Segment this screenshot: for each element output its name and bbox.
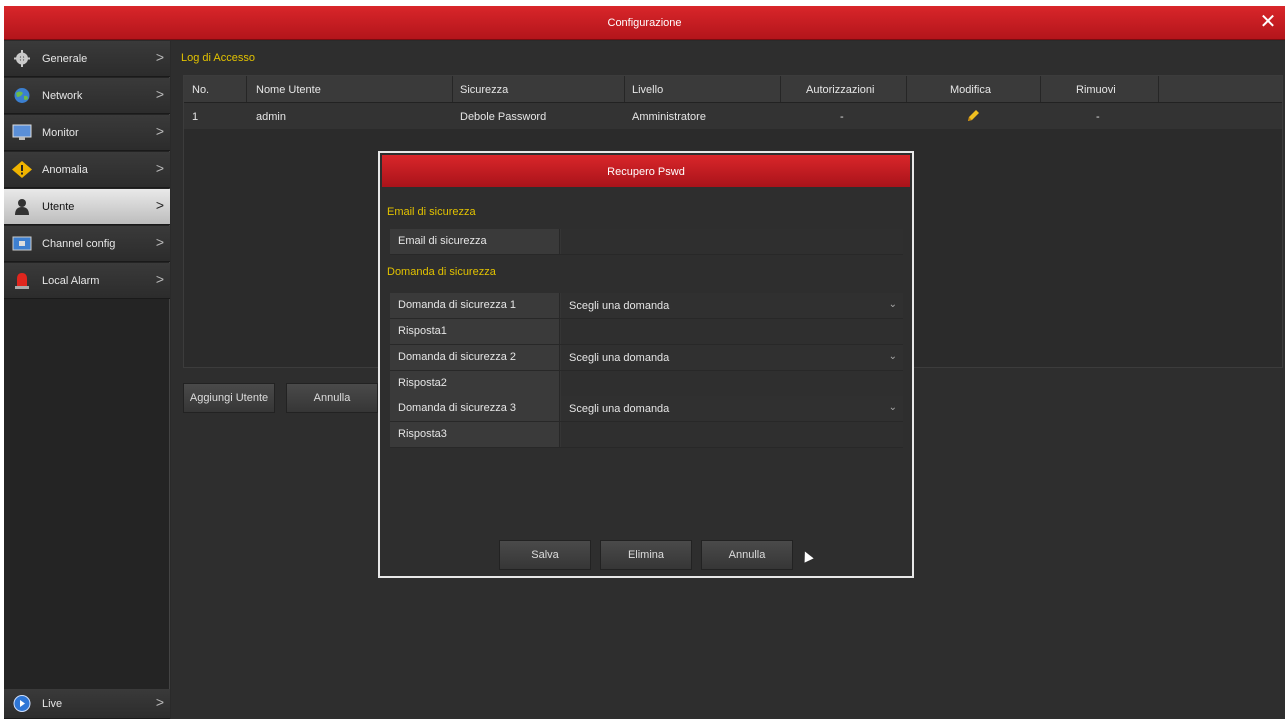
answer-row-2: Risposta2 [390, 371, 903, 397]
sidebar-item-network[interactable]: Network > [4, 78, 170, 114]
sidebar-item-utente[interactable]: Utente > [4, 189, 170, 225]
column-header: Sicurezza [460, 84, 509, 96]
column-header: Livello [632, 84, 664, 96]
pencil-icon[interactable] [966, 109, 980, 123]
window-title: Configurazione [607, 17, 682, 29]
column-header: Nome Utente [256, 84, 321, 96]
answer-label: Risposta2 [390, 371, 560, 396]
question-row-3: Domanda di sicurezza 3 Scegli una domand… [390, 396, 903, 422]
email-section-title: Email di sicurezza [387, 206, 476, 218]
question-label: Domanda di sicurezza 1 [390, 293, 560, 318]
sidebar-item-anomalia[interactable]: Anomalia > [4, 152, 170, 188]
question-row-2: Domanda di sicurezza 2 Scegli una domand… [390, 345, 903, 371]
live-icon [13, 695, 31, 712]
column-header: Rimuovi [1076, 84, 1116, 96]
cancel-button[interactable]: Annulla [286, 383, 378, 413]
email-label: Email di sicurezza [390, 229, 560, 254]
column-header: Modifica [950, 84, 991, 96]
add-user-button[interactable]: Aggiungi Utente [183, 383, 275, 413]
chevron-right-icon: > [155, 197, 164, 213]
user-icon [15, 199, 29, 215]
row-remove[interactable]: - [1096, 111, 1100, 123]
sidebar-item-live[interactable]: Live > [4, 689, 170, 719]
sidebar-item-label: Live [42, 698, 63, 710]
sidebar-item-local-alarm[interactable]: Local Alarm > [4, 263, 170, 299]
answer-row-3: Risposta3 [390, 422, 903, 448]
row-authorizations: - [840, 111, 844, 123]
row-number: 1 [192, 111, 199, 123]
answer-field-1[interactable] [561, 319, 903, 344]
sidebar-item-label: Utente [42, 201, 75, 213]
question-select-1[interactable]: Scegli una domanda ⌄ [561, 293, 903, 318]
chevron-right-icon: > [155, 234, 164, 250]
select-value: Scegli una domanda [569, 403, 670, 415]
delete-button[interactable]: Elimina [600, 540, 692, 570]
dialog-cancel-button[interactable]: Annulla [701, 540, 793, 570]
answer-field-2[interactable] [561, 371, 903, 396]
sidebar-item-label: Generale [42, 53, 88, 65]
select-value: Scegli una domanda [569, 300, 670, 312]
email-field[interactable] [561, 229, 903, 254]
chevron-right-icon: > [155, 86, 164, 102]
answer-row-1: Risposta1 [390, 319, 903, 345]
question-select-3[interactable]: Scegli una domanda ⌄ [561, 396, 903, 421]
password-recovery-dialog: Recupero Pswd Email di sicurezza Email d… [378, 151, 914, 578]
column-header: Autorizzazioni [806, 84, 875, 96]
select-value: Scegli una domanda [569, 352, 670, 364]
row-security: Debole Password [460, 111, 547, 123]
chevron-down-icon: ⌄ [888, 351, 897, 362]
row-level: Amministratore [632, 111, 706, 123]
question-label: Domanda di sicurezza 2 [390, 345, 560, 370]
question-section-title: Domanda di sicurezza [387, 266, 496, 278]
warning-icon [12, 161, 32, 178]
chevron-down-icon: ⌄ [888, 299, 897, 310]
sidebar-item-label: Channel config [42, 238, 116, 250]
section-title: Log di Accesso [181, 52, 255, 64]
chevron-down-icon: ⌄ [888, 402, 897, 413]
chevron-right-icon: > [155, 694, 164, 710]
sidebar: Generale > Network > Monitor > Anomalia … [4, 41, 170, 719]
close-icon[interactable]: ✕ [1257, 11, 1279, 33]
email-row: Email di sicurezza [390, 229, 903, 255]
dialog-header: Recupero Pswd [382, 155, 910, 187]
question-row-1: Domanda di sicurezza 1 Scegli una domand… [390, 293, 903, 319]
dialog-title: Recupero Pswd [607, 166, 685, 178]
answer-field-3[interactable] [561, 422, 903, 447]
chevron-right-icon: > [155, 271, 164, 287]
monitor-icon [12, 124, 32, 140]
alarm-icon [15, 273, 29, 289]
chevron-right-icon: > [155, 160, 164, 176]
globe-icon [14, 88, 30, 103]
sidebar-item-label: Local Alarm [42, 275, 100, 287]
gear-icon [14, 50, 30, 67]
sidebar-item-label: Monitor [42, 127, 79, 139]
sidebar-item-label: Network [42, 90, 83, 102]
camera-icon [12, 236, 32, 251]
sidebar-item-label: Anomalia [42, 164, 88, 176]
save-button[interactable]: Salva [499, 540, 591, 570]
sidebar-item-monitor[interactable]: Monitor > [4, 115, 170, 151]
row-username: admin [256, 111, 286, 123]
title-bar: Configurazione ✕ [4, 6, 1285, 40]
answer-label: Risposta1 [390, 319, 560, 344]
table-row[interactable]: 1 admin Debole Password Amministratore -… [184, 103, 1282, 129]
column-header: No. [192, 84, 210, 96]
table-header: No. Nome Utente Sicurezza Livello Autori… [184, 76, 1282, 103]
answer-label: Risposta3 [390, 422, 560, 447]
sidebar-item-channel-config[interactable]: Channel config > [4, 226, 170, 262]
question-select-2[interactable]: Scegli una domanda ⌄ [561, 345, 903, 370]
sidebar-item-generale[interactable]: Generale > [4, 41, 170, 77]
chevron-right-icon: > [155, 123, 164, 139]
question-label: Domanda di sicurezza 3 [390, 396, 560, 421]
chevron-right-icon: > [155, 49, 164, 65]
